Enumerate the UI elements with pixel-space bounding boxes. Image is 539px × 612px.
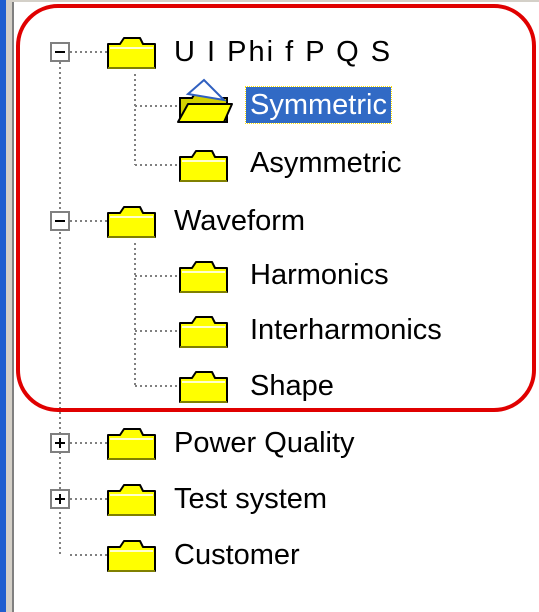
- folder-icon: [179, 150, 228, 182]
- tree-item-label-test-system[interactable]: Test system: [170, 481, 331, 517]
- expand-box-test-system[interactable]: [50, 489, 70, 509]
- folder-icon: [179, 316, 228, 348]
- folder-icon: [107, 206, 156, 238]
- expand-box-power-quality[interactable]: [50, 433, 70, 453]
- open-folder-icon: [177, 78, 233, 123]
- folder-icon: [107, 540, 156, 572]
- tree-item-label-uiphi[interactable]: U I Phi f P Q S: [170, 34, 396, 70]
- tree-item-label-waveform[interactable]: Waveform: [170, 203, 309, 239]
- tree-item-label-asymmetric[interactable]: Asymmetric: [246, 145, 405, 181]
- tree-item-label-symmetric[interactable]: Symmetric: [245, 86, 392, 124]
- folder-icon: [179, 261, 228, 293]
- collapse-box-uiphi[interactable]: [50, 42, 70, 62]
- folder-icon: [107, 428, 156, 460]
- collapse-box-waveform[interactable]: [50, 211, 70, 231]
- tree-item-label-interharmonics[interactable]: Interharmonics: [246, 312, 446, 348]
- tree-item-label-power-quality[interactable]: Power Quality: [170, 425, 359, 461]
- folder-icon: [179, 371, 228, 403]
- folder-icon: [107, 37, 156, 69]
- tree-item-label-harmonics[interactable]: Harmonics: [246, 257, 393, 293]
- tree-item-label-shape[interactable]: Shape: [246, 368, 338, 404]
- folder-icon: [107, 484, 156, 516]
- tree-view-panel: U I Phi f P Q S Symmetric Asymmetric Wav…: [0, 0, 539, 612]
- tree-item-label-customer[interactable]: Customer: [170, 537, 304, 573]
